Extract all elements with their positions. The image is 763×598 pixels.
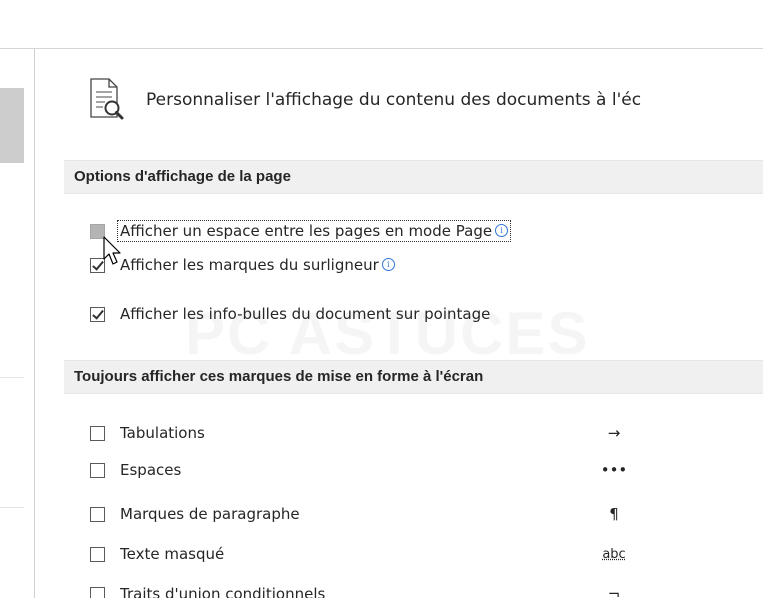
page-search-icon [90, 78, 124, 120]
section-formatting-marks: Toujours afficher ces marques de mise en… [64, 360, 763, 394]
option-label: Tabulations [120, 424, 205, 442]
checkbox[interactable] [90, 426, 105, 441]
window-title-bar [0, 0, 763, 49]
left-navigation-pane [0, 49, 24, 598]
section-page-display-options: Options d'affichage de la page [64, 160, 763, 194]
checkbox[interactable] [90, 587, 105, 598]
info-icon[interactable]: i [495, 224, 509, 237]
optional-hyphen-mark-icon: ¬ [607, 585, 621, 598]
hidden-text-mark-icon: abc [602, 547, 626, 562]
option-label: Texte masqué [120, 545, 225, 563]
option-label: Traits d'union conditionnels [120, 585, 326, 598]
space-mark-icon: ••• [600, 461, 628, 479]
option-label: Afficher les info-bulles du document sur… [120, 305, 491, 323]
checkbox[interactable] [90, 307, 105, 322]
nav-selected-item[interactable] [0, 88, 24, 163]
checkbox[interactable] [90, 507, 105, 522]
mouse-pointer-icon [103, 236, 121, 265]
page-title: Personnaliser l'affichage du contenu des… [146, 90, 642, 110]
nav-separator [0, 507, 24, 508]
nav-separator [0, 377, 24, 378]
option-label: Afficher un espace entre les pages en mo… [116, 220, 512, 242]
options-content: Personnaliser l'affichage du contenu des… [35, 49, 763, 598]
section-title: Toujours afficher ces marques de mise en… [74, 368, 484, 385]
paragraph-mark-icon: ¶ [609, 505, 619, 523]
option-label: Marques de paragraphe [120, 505, 300, 523]
section-title: Options d'affichage de la page [74, 168, 291, 185]
info-icon[interactable]: i [381, 258, 395, 271]
tab-mark-icon: → [607, 424, 621, 442]
checkbox[interactable] [90, 547, 105, 562]
checkbox[interactable] [90, 463, 105, 478]
option-label: Espaces [120, 461, 182, 479]
option-label: Afficher les marques du surligneur i [120, 256, 395, 274]
